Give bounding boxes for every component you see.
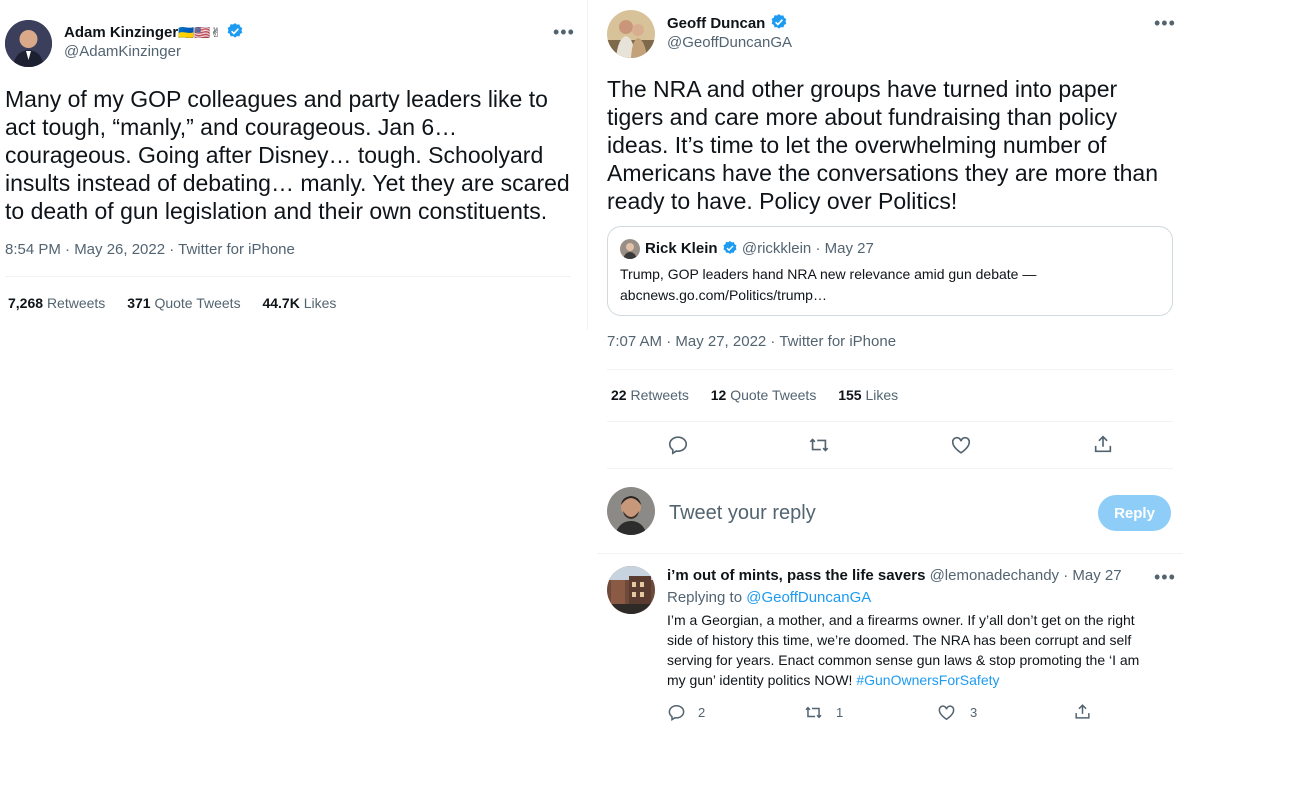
reply-button[interactable]: Reply — [1098, 495, 1171, 531]
reply-icon[interactable]: 2 — [667, 703, 705, 722]
author-name[interactable]: Geoff Duncan — [667, 15, 765, 32]
likes-stat[interactable]: 44.7K Likes — [262, 295, 336, 311]
reply-icon[interactable] — [667, 434, 689, 456]
tweet-timestamp[interactable]: 7:07 AM · May 27, 2022 · Twitter for iPh… — [607, 333, 896, 350]
verified-badge-icon — [722, 240, 738, 256]
replying-to-label: Replying to — [667, 589, 743, 606]
tweet-stats: 22 Retweets 12 Quote Tweets 155 Likes — [611, 387, 898, 403]
tweet-text-line: to death of gun legislation and their ow… — [5, 198, 548, 224]
more-options-icon[interactable]: ••• — [1154, 14, 1176, 32]
reply-input[interactable]: Tweet your reply — [669, 502, 816, 525]
like-icon[interactable] — [950, 434, 972, 456]
author-handle[interactable]: @GeoffDuncanGA — [667, 34, 792, 51]
tweet-text-line: act tough, “manly,” and courageous. Jan … — [5, 114, 458, 140]
tweet-text-line: ideas. It’s time to let the overwhelming… — [607, 132, 1107, 158]
author-handle[interactable]: @AdamKinzinger — [64, 43, 181, 60]
retweet-icon[interactable] — [807, 434, 831, 456]
reply-count: 2 — [698, 705, 706, 720]
retweets-stat[interactable]: 7,268 Retweets — [8, 295, 105, 311]
quoted-handle-date: @rickklein · May 27 — [741, 240, 874, 257]
like-count: 3 — [970, 705, 978, 720]
tweet-text: The NRA and other groups have turned int… — [607, 75, 1187, 215]
reply-author-name[interactable]: i’m out of mints, pass the life savers — [667, 567, 925, 584]
retweet-count: 1 — [836, 705, 844, 720]
reply-text-line: side of history this time, we’re doomed.… — [667, 632, 1132, 648]
more-options-icon[interactable]: ••• — [553, 23, 575, 41]
replying-to-handle-link[interactable]: @GeoffDuncanGA — [746, 589, 871, 606]
more-options-icon[interactable]: ••• — [1154, 568, 1176, 586]
tweet-text-line: The NRA and other groups have turned int… — [607, 76, 1118, 102]
tweet-text-line: tigers and care more about fundraising t… — [607, 104, 1118, 130]
tweet-text-line: ready to have. Policy over Politics! — [607, 188, 958, 214]
tweet-text-line: Many of my GOP colleagues and party lead… — [5, 86, 548, 112]
tweet-stats: 7,268 Retweets 371 Quote Tweets 44.7K Li… — [8, 295, 336, 311]
divider — [607, 369, 1173, 370]
quote-tweets-stat[interactable]: 12 Quote Tweets — [711, 387, 817, 403]
divider — [597, 553, 1183, 554]
author-name[interactable]: Adam Kinzinger — [64, 24, 178, 41]
avatar-rick-klein — [620, 239, 640, 259]
retweets-stat[interactable]: 22 Retweets — [611, 387, 689, 403]
avatar-current-user[interactable] — [607, 487, 655, 535]
likes-stat[interactable]: 155 Likes — [838, 387, 898, 403]
quoted-tweet-card[interactable]: Rick Klein @rickklein · May 27 Trump, GO… — [607, 226, 1173, 316]
reply-text-line: serving for years. Enact common sense gu… — [667, 652, 1140, 668]
share-icon[interactable] — [1073, 702, 1092, 721]
reply-text: I’m a Georgian, a mother, and a firearms… — [667, 610, 1139, 690]
divider — [5, 276, 571, 277]
tweet-text: Many of my GOP colleagues and party lead… — [5, 85, 585, 225]
tweet-text-line: courageous. Going after Disney… tough. S… — [5, 142, 544, 168]
quoted-text-line: Trump, GOP leaders hand NRA new relevanc… — [620, 266, 1037, 282]
verified-badge-icon — [226, 22, 244, 40]
divider — [607, 421, 1173, 422]
tweet-text-line: insults instead of debating… manly. Yet … — [5, 170, 570, 196]
avatar-reply-author[interactable] — [607, 566, 655, 614]
reply-text-line: I’m a Georgian, a mother, and a firearms… — [667, 612, 1135, 628]
hashtag-link[interactable]: #GunOwnersForSafety — [856, 672, 999, 688]
quote-tweets-stat[interactable]: 371 Quote Tweets — [127, 295, 240, 311]
tweet-timestamp[interactable]: 8:54 PM · May 26, 2022 · Twitter for iPh… — [5, 241, 295, 258]
quoted-author-name: Rick Klein — [645, 240, 718, 257]
reply-handle-date[interactable]: @lemonadechandy · May 27 — [930, 567, 1122, 584]
share-icon[interactable] — [1092, 433, 1114, 455]
verified-badge-icon — [770, 13, 788, 31]
column-separator — [587, 0, 588, 330]
quoted-text-line: abcnews.go.com/Politics/trump… — [620, 287, 827, 303]
name-emoji-decoration: 🇺🇦🇺🇸✌ — [178, 25, 222, 40]
tweet-text-line: Americans have the conversations they ar… — [607, 160, 1159, 186]
avatar-geoff-duncan[interactable] — [607, 10, 655, 58]
reply-text-line: my gun’ identity politics NOW! — [667, 672, 853, 688]
retweet-icon[interactable]: 1 — [803, 703, 843, 722]
quoted-text: Trump, GOP leaders hand NRA new relevanc… — [620, 264, 1036, 306]
avatar-adam-kinzinger[interactable] — [5, 20, 52, 67]
divider — [607, 468, 1173, 469]
like-icon[interactable]: 3 — [937, 703, 977, 722]
